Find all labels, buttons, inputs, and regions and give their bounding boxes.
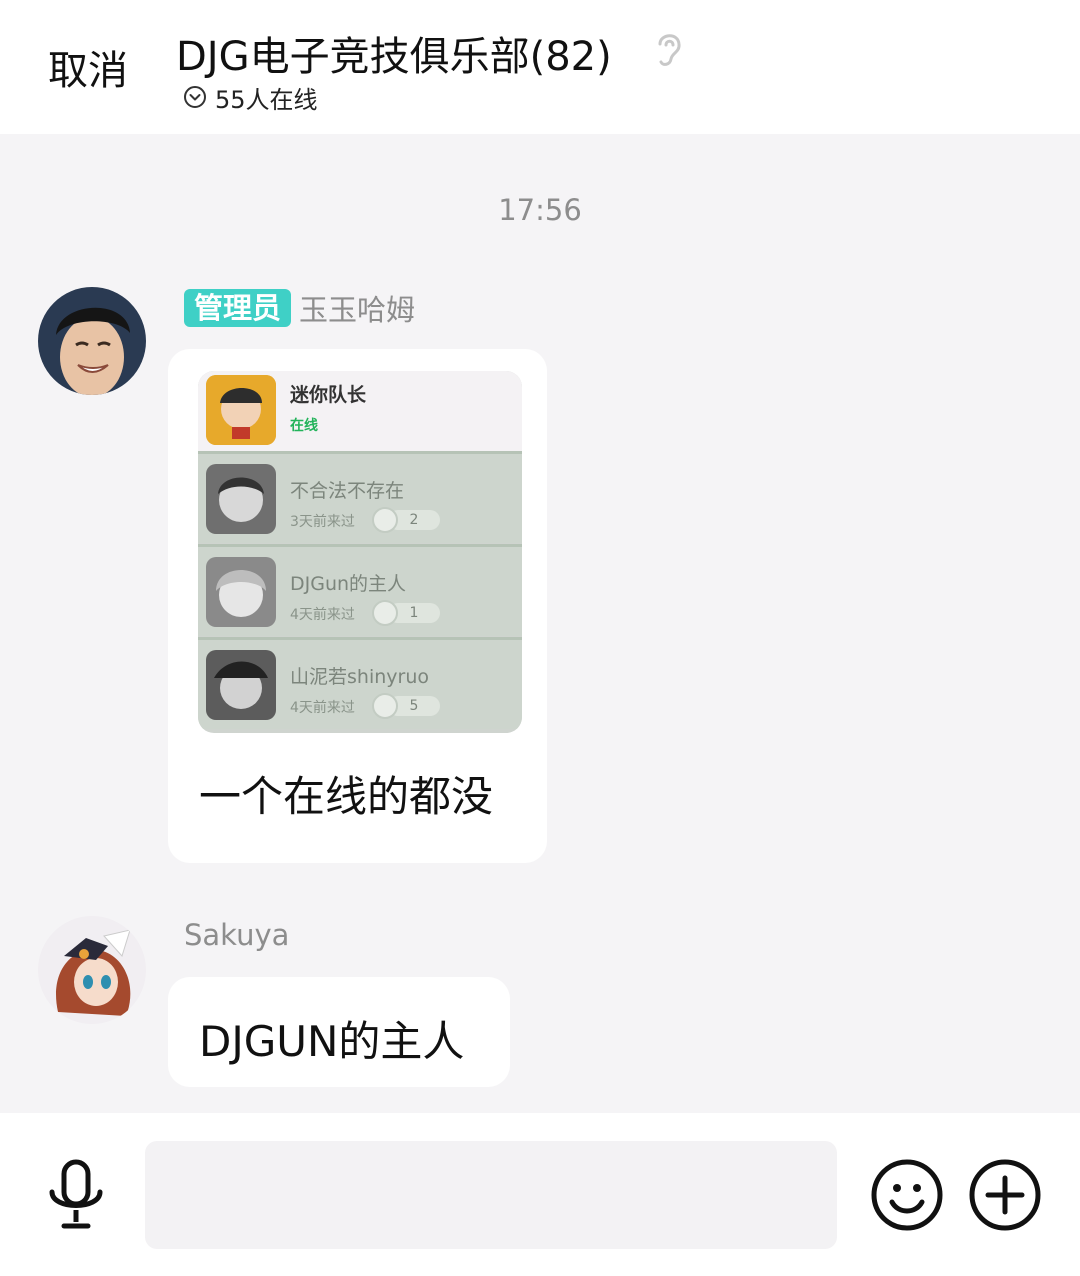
image-row-top: 迷你队长 在线 (198, 371, 522, 451)
message-bubble[interactable]: DJGUN的主人 (168, 977, 510, 1087)
message-input[interactable] (145, 1141, 837, 1249)
image-status: 在线 (290, 418, 318, 434)
grey-avatar-icon (206, 650, 276, 720)
cube-icon (372, 600, 398, 626)
image-row: 山泥若shinyruo 4天前来过 5 (198, 637, 522, 729)
microphone-icon[interactable] (44, 1158, 108, 1234)
image-row: 不合法不存在 3天前来过 2 (198, 451, 522, 543)
ear-icon[interactable] (650, 26, 688, 70)
anime-avatar-icon (38, 916, 146, 1024)
message-timestamp: 17:56 (498, 193, 582, 227)
image-sub: 4天前来过 (290, 700, 355, 716)
image-name: 山泥若shinyruo (290, 666, 429, 688)
image-sub: 3天前来过 (290, 514, 355, 530)
grey-avatar-icon (206, 557, 276, 627)
cube-icon (372, 507, 398, 533)
message-text: 一个在线的都没 (199, 772, 494, 821)
sender-row: Sakuya (184, 918, 289, 952)
message-text: DJGUN的主人 (199, 1017, 465, 1066)
chevron-down-circle-icon (184, 86, 206, 108)
grey-avatar-icon (206, 464, 276, 534)
admin-badge: 管理员 (184, 289, 292, 327)
cube-icon (372, 693, 398, 719)
image-name: 迷你队长 (290, 384, 367, 406)
avatar[interactable] (38, 916, 146, 1024)
shared-image[interactable]: 迷你队长 在线 不合法不存在 3天前来过 2 DJGun的主人 4天前来过 1 (198, 371, 522, 733)
image-name: 不合法不存在 (290, 480, 405, 502)
image-name: DJGun的主人 (290, 573, 407, 595)
plus-icon[interactable] (968, 1158, 1042, 1232)
sender-name[interactable]: 玉玉哈姆 (299, 287, 415, 329)
emoji-icon[interactable] (870, 1158, 944, 1232)
message-bubble[interactable]: 迷你队长 在线 不合法不存在 3天前来过 2 DJGun的主人 4天前来过 1 (168, 349, 547, 863)
sender-row: 管理员 玉玉哈姆 (184, 287, 415, 329)
group-title[interactable]: DJG电子竞技俱乐部(82) (176, 24, 612, 82)
image-row: DJGun的主人 4天前来过 1 (198, 544, 522, 636)
image-sub: 4天前来过 (290, 607, 355, 623)
cancel-button[interactable]: 取消 (48, 38, 128, 96)
user-photo-icon (38, 287, 146, 395)
online-count: 55人在线 (215, 85, 318, 114)
gold-avatar-icon (206, 375, 276, 445)
online-status[interactable]: 55人在线 (183, 81, 318, 114)
avatar[interactable] (38, 287, 146, 395)
chat-header: 取消 DJG电子竞技俱乐部(82) 55人在线 (0, 0, 1080, 134)
sender-name[interactable]: Sakuya (184, 918, 289, 952)
